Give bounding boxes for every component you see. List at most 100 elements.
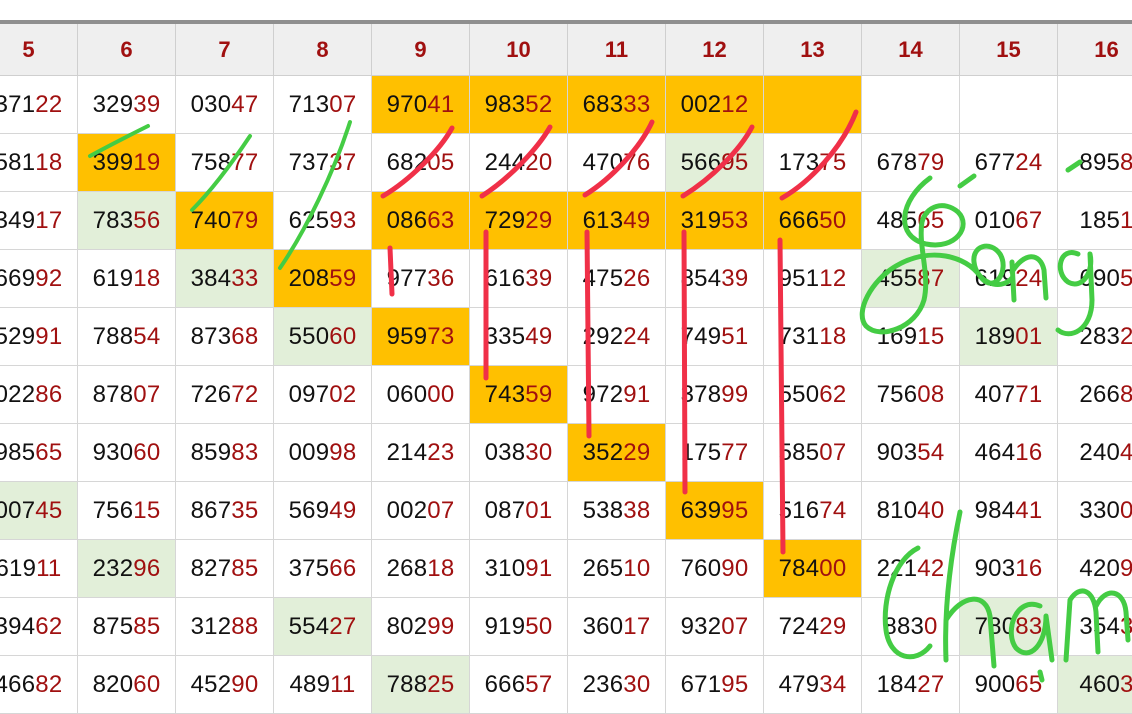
- number-prefix: 475: [582, 264, 624, 292]
- number-suffix: 30: [623, 670, 651, 698]
- number-cell: 619 24: [960, 250, 1058, 308]
- number-suffix: 05: [427, 148, 455, 176]
- number-cell: 208 59: [274, 250, 372, 308]
- number-prefix: 002: [386, 496, 428, 524]
- number-cell: 086 63: [372, 192, 470, 250]
- number-cell: 097 02: [274, 366, 372, 424]
- number-prefix: 820: [92, 670, 134, 698]
- number-suffix: 17: [623, 612, 651, 640]
- number-prefix: 529: [0, 322, 36, 350]
- number-prefix: 214: [386, 438, 428, 466]
- number-prefix: 613: [582, 206, 624, 234]
- number-cell: 175 77: [666, 424, 764, 482]
- number-cell: 810 40: [862, 482, 960, 540]
- number-prefix: 970: [386, 90, 428, 118]
- number-prefix: 619: [92, 264, 134, 292]
- number-prefix: 859: [190, 438, 232, 466]
- number-cell: 554 27: [274, 598, 372, 656]
- number-cell: 743 59: [470, 366, 568, 424]
- number-suffix: 07: [329, 90, 357, 118]
- column-header: 7: [176, 24, 274, 76]
- number-prefix: 232: [92, 554, 134, 582]
- number-cell: 749 51: [666, 308, 764, 366]
- number-cell: 268 18: [372, 540, 470, 598]
- number-cell: 550 62: [764, 366, 862, 424]
- number-cell: 214 23: [372, 424, 470, 482]
- number-prefix: 788: [92, 322, 134, 350]
- number-suffix: 4: [1120, 438, 1132, 466]
- number-cell: 038 30: [470, 424, 568, 482]
- number-suffix: 50: [525, 612, 553, 640]
- number-suffix: 3: [1120, 612, 1132, 640]
- number-suffix: 65: [35, 438, 63, 466]
- number-prefix: 671: [680, 670, 722, 698]
- number-prefix: 169: [876, 322, 918, 350]
- number-cell: 538 38: [568, 482, 666, 540]
- number-prefix: 097: [288, 380, 330, 408]
- number-suffix: 07: [427, 496, 455, 524]
- number-suffix: 65: [1015, 670, 1043, 698]
- number-cell: 475 26: [568, 250, 666, 308]
- number-cell: 470 76: [568, 134, 666, 192]
- number-cell: 319 53: [666, 192, 764, 250]
- number-prefix: 184: [876, 670, 918, 698]
- number-prefix: 854: [680, 264, 722, 292]
- number-suffix: 18: [35, 148, 63, 176]
- number-cell: 184 27: [862, 656, 960, 714]
- number-prefix: 292: [582, 322, 624, 350]
- number-prefix: 087: [484, 496, 526, 524]
- number-prefix: 677: [974, 148, 1016, 176]
- number-suffix: 24: [623, 322, 651, 350]
- number-cell: 619 11: [0, 540, 78, 598]
- number-cell: 265 10: [568, 540, 666, 598]
- number-cell: 185 1: [1058, 192, 1132, 250]
- number-cell: 407 71: [960, 366, 1058, 424]
- number-suffix: 00: [819, 554, 847, 582]
- number-suffix: 0: [1120, 496, 1132, 524]
- number-suffix: 68: [231, 322, 259, 350]
- number-prefix: 802: [386, 612, 428, 640]
- number-cell: 783 56: [78, 192, 176, 250]
- number-cell: 740 79: [176, 192, 274, 250]
- number-suffix: 49: [525, 322, 553, 350]
- number-prefix: 903: [876, 438, 918, 466]
- number-cell: 669 92: [0, 250, 78, 308]
- number-suffix: 30: [525, 438, 553, 466]
- number-suffix: 10: [623, 554, 651, 582]
- number-prefix: 060: [386, 380, 428, 408]
- number-cell: 756 15: [78, 482, 176, 540]
- number-suffix: 71: [1015, 380, 1043, 408]
- number-cell: 335 49: [470, 308, 568, 366]
- number-cell: 244 20: [470, 134, 568, 192]
- number-prefix: 639: [680, 496, 722, 524]
- number-suffix: 60: [133, 670, 161, 698]
- number-cell: 625 93: [274, 192, 372, 250]
- number-suffix: 42: [917, 554, 945, 582]
- column-header: 5: [0, 24, 78, 76]
- number-suffix: 02: [329, 380, 357, 408]
- number-cell: 221 42: [862, 540, 960, 598]
- number-suffix: 23: [427, 438, 455, 466]
- number-prefix: 756: [876, 380, 918, 408]
- number-prefix: 175: [680, 438, 722, 466]
- number-suffix: 27: [329, 612, 357, 640]
- number-prefix: 758: [190, 148, 232, 176]
- number-suffix: 74: [819, 496, 847, 524]
- number-cell: 854 39: [666, 250, 764, 308]
- number-suffix: 45: [35, 496, 63, 524]
- number-suffix: 60: [133, 438, 161, 466]
- column-header: 16: [1058, 24, 1132, 76]
- number-prefix: 038: [484, 438, 526, 466]
- number-cell: 977 36: [372, 250, 470, 308]
- number-suffix: 91: [623, 380, 651, 408]
- number-suffix: 07: [721, 612, 749, 640]
- number-prefix: 394: [0, 612, 36, 640]
- lottery-grid: 5 6 7 8 9 10 11 12 13 14 15 16 371 22 329 39 030 47 713 07 9…: [0, 24, 1132, 714]
- number-prefix: 516: [778, 496, 820, 524]
- number-prefix: 009: [288, 438, 330, 466]
- number-prefix: 972: [582, 380, 624, 408]
- number-prefix: 740: [190, 206, 232, 234]
- number-cell: 516 74: [764, 482, 862, 540]
- number-prefix: 729: [484, 206, 526, 234]
- number-cell: 756 08: [862, 366, 960, 424]
